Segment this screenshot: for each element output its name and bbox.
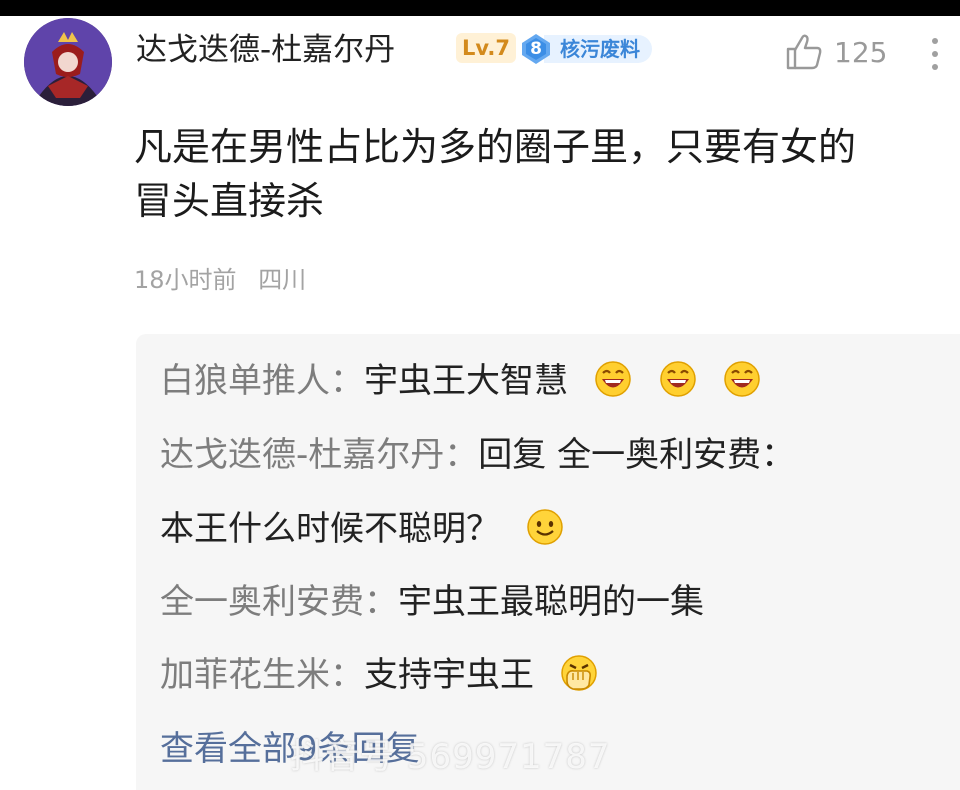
- like-count: 125: [834, 36, 888, 69]
- reply-continuation[interactable]: 本王什么时候不聪明？: [160, 506, 565, 552]
- fist-emoji-icon: [561, 655, 597, 691]
- reply-text: 支持宇虫王: [364, 655, 534, 695]
- comment-location: 四川: [258, 266, 307, 294]
- thumbs-up-icon[interactable]: [784, 32, 824, 72]
- reply-text: 宇虫王最聪明的一集: [398, 582, 704, 622]
- avatar-image: [24, 18, 112, 106]
- top-status-bar: [0, 0, 960, 16]
- reply-text: 宇虫王大智慧: [364, 361, 568, 401]
- more-vertical-icon[interactable]: [928, 34, 942, 74]
- watermark: 抖音号 569971787: [290, 737, 611, 777]
- reply-item[interactable]: 加菲花生米：支持宇虫王: [160, 652, 599, 698]
- reply-text: 本王什么时候不聪明？: [160, 509, 500, 549]
- reply-text: 回复 全一奥利安费：: [478, 435, 796, 475]
- fan-medal[interactable]: 核污废料 8: [520, 33, 670, 65]
- fan-medal-title: 核污废料: [544, 35, 652, 63]
- username[interactable]: 达戈迭德-杜嘉尔丹: [136, 30, 395, 70]
- comment-body: 凡是在男性占比为多的圈子里，只要有女的 冒头直接杀: [134, 120, 960, 228]
- smiling-emoji-icon: [527, 509, 563, 545]
- comment-line: 冒头直接杀: [134, 179, 325, 223]
- reply-author[interactable]: 达戈迭德-杜嘉尔丹：: [160, 435, 478, 475]
- level-badge: Lv.7: [456, 33, 516, 63]
- reply-author[interactable]: 加菲花生米：: [160, 655, 364, 695]
- laughing-emoji-icon: [659, 361, 696, 397]
- laughing-emoji-icon: [724, 361, 761, 397]
- fan-medal-number: 8: [530, 39, 542, 59]
- comment-line: 凡是在男性占比为多的圈子里，只要有女的: [134, 125, 857, 169]
- laughing-emoji-icon: [595, 361, 631, 397]
- avatar[interactable]: [24, 18, 112, 106]
- reply-item[interactable]: 全一奥利安费：宇虫王最聪明的一集: [160, 579, 704, 625]
- comment-time: 18小时前: [134, 266, 237, 294]
- comment-meta: 18小时前 四川: [134, 263, 306, 297]
- reply-author[interactable]: 白狼单推人：: [160, 361, 364, 401]
- reply-item[interactable]: 白狼单推人：宇虫王大智慧: [160, 358, 762, 404]
- replies-panel: 白狼单推人：宇虫王大智慧 达戈迭德-杜嘉尔丹：回复 全一奥利安费： 本王什么时候…: [136, 334, 960, 790]
- reply-item[interactable]: 达戈迭德-杜嘉尔丹：回复 全一奥利安费：: [160, 432, 795, 478]
- reply-author[interactable]: 全一奥利安费：: [160, 582, 398, 622]
